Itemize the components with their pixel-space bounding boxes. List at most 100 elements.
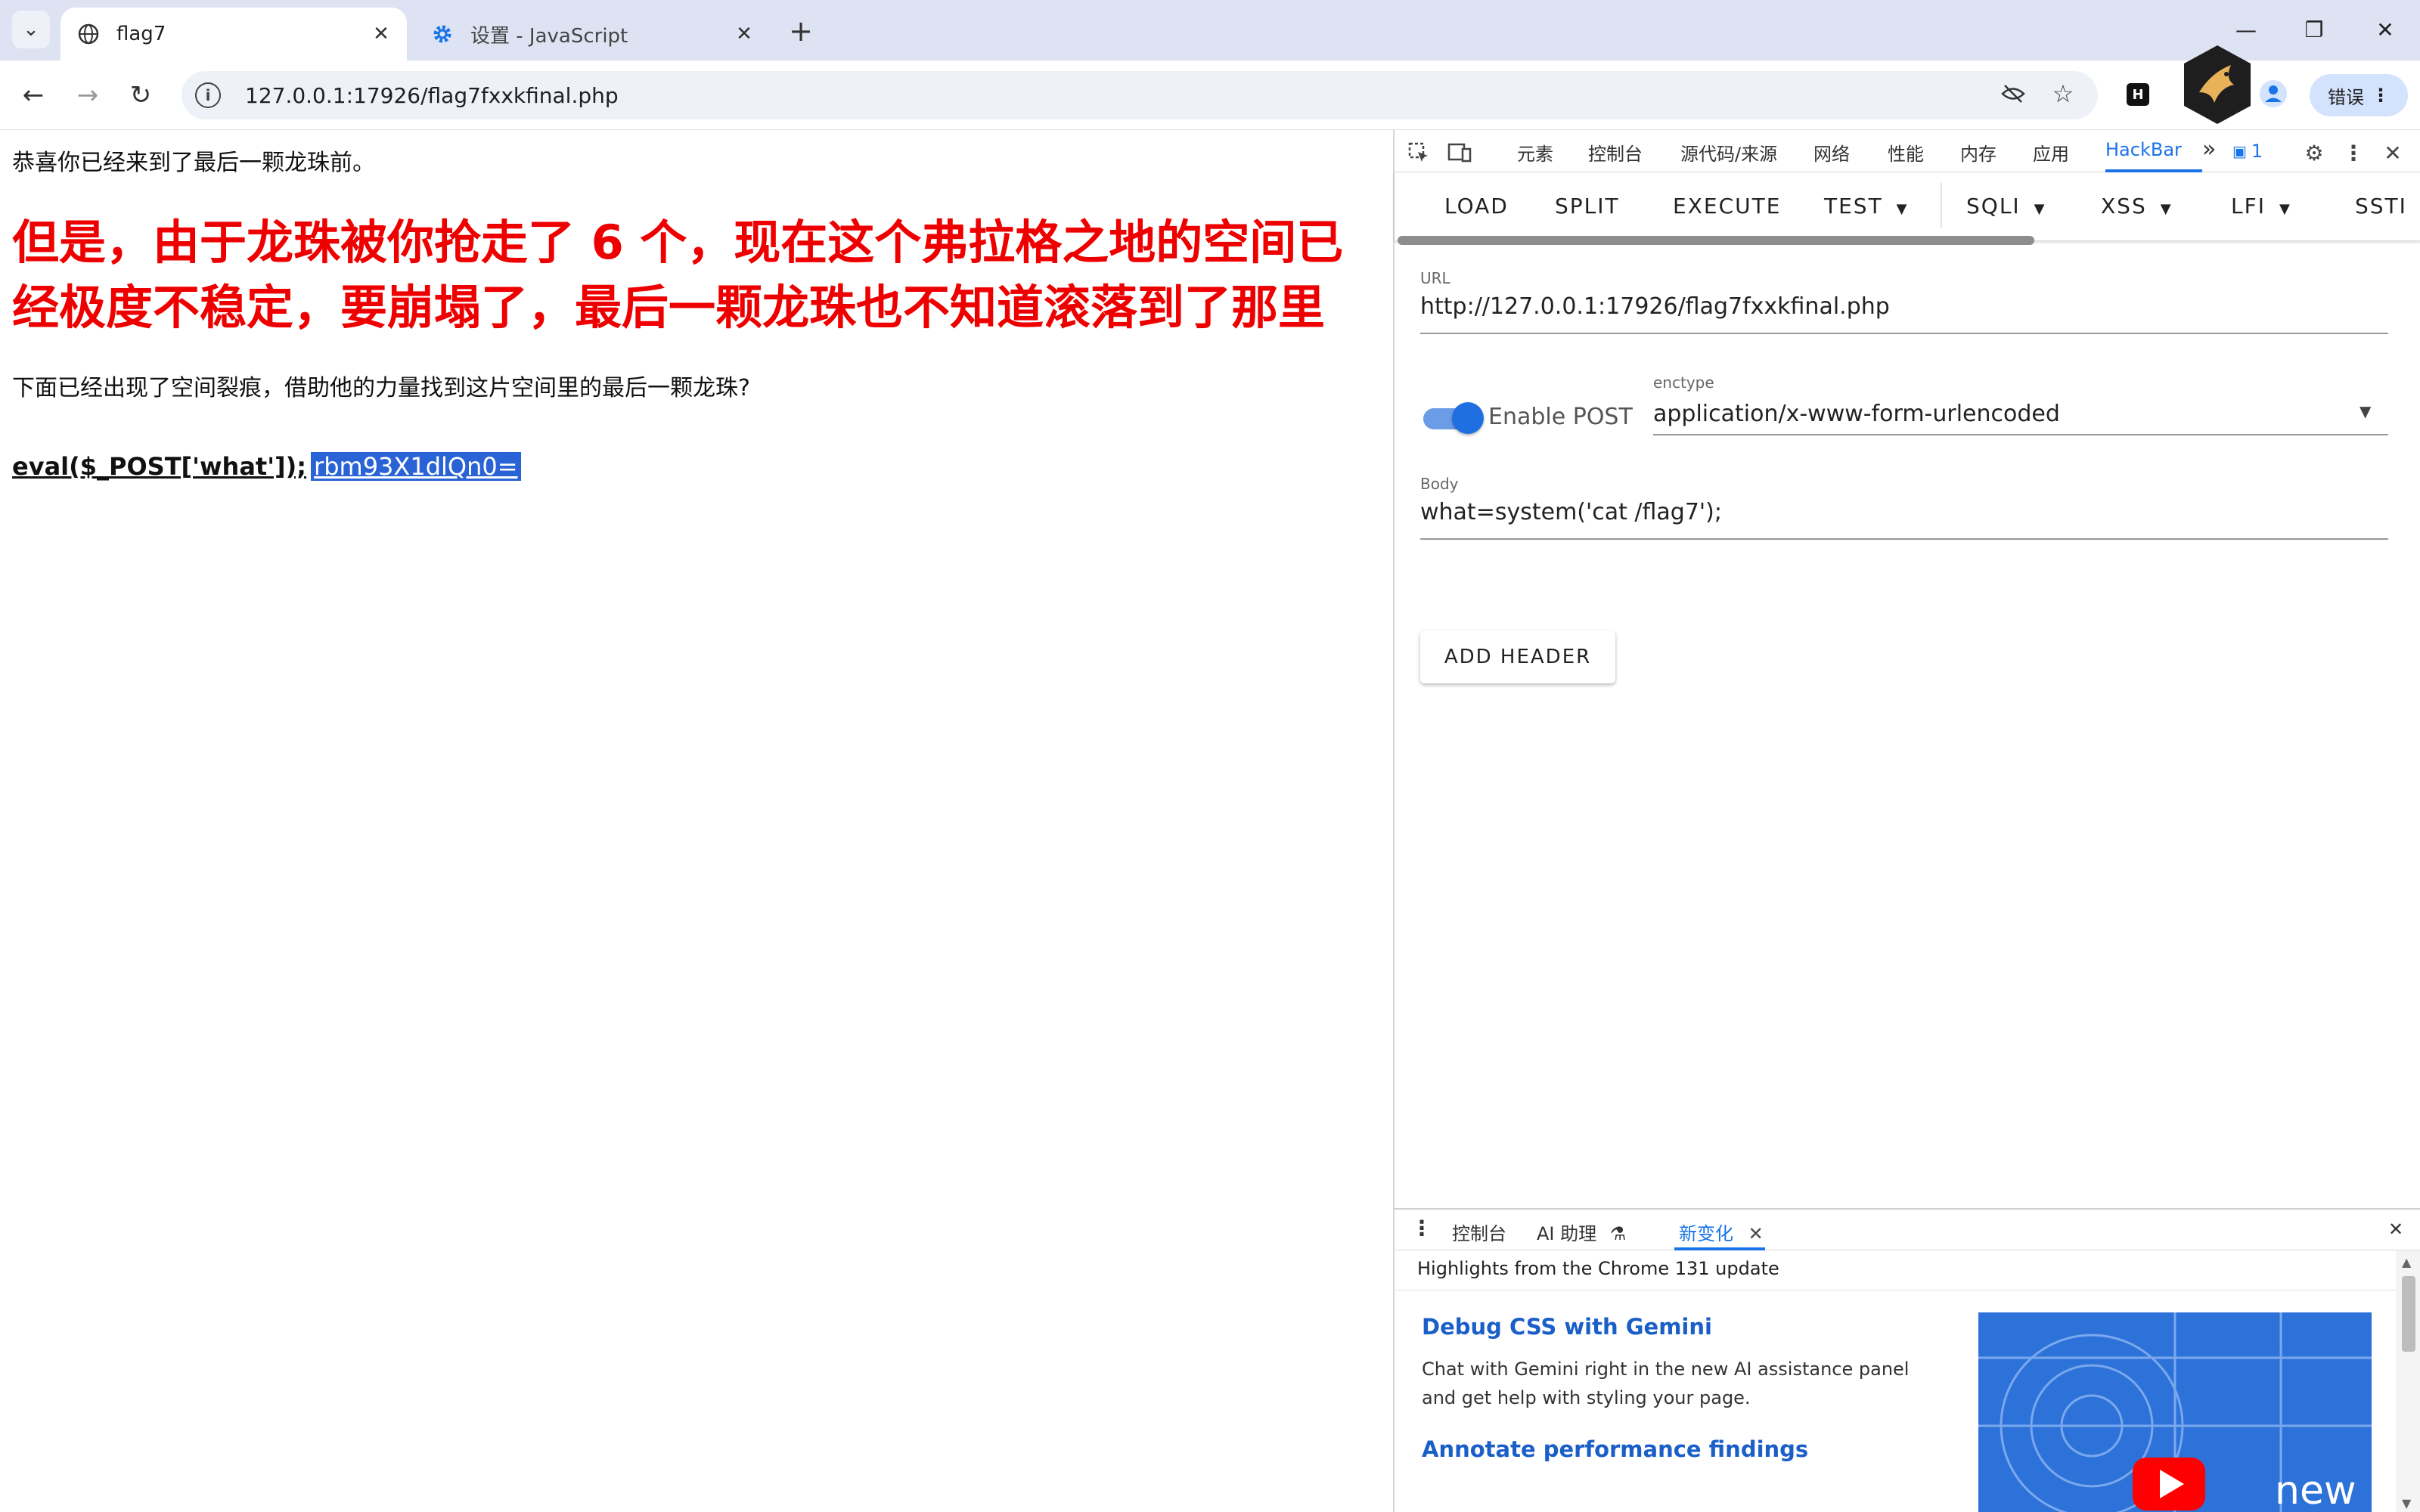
url-underline: [1420, 333, 2388, 334]
devtools-tabbar: 元素 控制台 源代码/来源 网络 性能 内存 应用 HackBar » ▣ 1 …: [1395, 130, 2420, 172]
eye-off-icon[interactable]: [1993, 74, 2033, 113]
drawer-tab-ai-assistant[interactable]: AI 助理 ⚗: [1537, 1219, 1626, 1245]
hackbar-horizontal-scrollbar[interactable]: [1398, 236, 2034, 245]
tab-flag7[interactable]: flag7 ✕: [60, 8, 407, 60]
body-underline: [1420, 538, 2388, 540]
test-label: TEST: [1824, 194, 1883, 218]
warning-heading: 但是，由于龙珠被你抢走了 6 个，现在这个弗拉格之地的空间已经极度不稳定，要崩塌…: [12, 215, 1344, 335]
enable-post-toggle[interactable]: [1423, 402, 1484, 434]
close-icon[interactable]: ✕: [1748, 1223, 1764, 1244]
window-close-button[interactable]: ✕: [2363, 11, 2408, 48]
close-icon[interactable]: ✕: [366, 19, 396, 49]
bookmark-star-icon[interactable]: ☆: [2043, 74, 2083, 113]
feature-link-debug-css[interactable]: Debug CSS with Gemini: [1422, 1314, 1712, 1340]
body-label: Body: [1420, 475, 1459, 493]
bird-avatar-icon[interactable]: [2178, 42, 2257, 127]
kebab-menu-icon: ⋮: [2372, 85, 2390, 106]
arrow-left-icon: ←: [22, 80, 45, 110]
kebab-menu-icon[interactable]: ⋮: [2340, 139, 2367, 166]
restore-button[interactable]: ❐: [2291, 11, 2337, 48]
back-button[interactable]: ←: [14, 76, 53, 115]
ssti-dropdown[interactable]: SSTI: [2355, 194, 2407, 218]
selected-flag-text[interactable]: rbm93X1dlQn0=: [311, 452, 521, 481]
reload-button[interactable]: ↻: [121, 76, 160, 115]
tab-memory[interactable]: 内存: [1960, 139, 1996, 166]
tab-settings-javascript[interactable]: 设置 - JavaScript ✕: [414, 8, 770, 60]
message-icon: ▣: [2232, 142, 2247, 160]
feature-video-thumbnail[interactable]: new: [1978, 1312, 2372, 1512]
sqli-label: SQLI: [1966, 194, 2021, 218]
thumbnail-new-text: new: [2275, 1468, 2356, 1512]
arrow-right-icon: →: [76, 80, 99, 110]
lfi-dropdown[interactable]: LFI ▼: [2231, 194, 2291, 218]
add-header-button[interactable]: ADD HEADER: [1420, 631, 1615, 683]
caret-down-icon: ▼: [1896, 201, 1909, 217]
lfi-label: LFI: [2231, 194, 2266, 218]
drawer-menu-icon[interactable]: ⋮: [1411, 1216, 1432, 1241]
tab-performance[interactable]: 性能: [1888, 139, 1924, 166]
new-tab-button[interactable]: +: [783, 14, 818, 48]
reload-icon: ↻: [129, 80, 152, 110]
tab-elements[interactable]: 元素: [1517, 139, 1553, 166]
url-input[interactable]: http://127.0.0.1:17926/flag7fxxkfinal.ph…: [1420, 293, 1890, 320]
scroll-down-icon[interactable]: ▼: [2402, 1496, 2411, 1510]
site-info-icon[interactable]: i: [195, 82, 221, 108]
ai-assistant-label: AI 助理: [1537, 1223, 1597, 1244]
intro-text: 恭喜你已经来到了最后一颗龙珠前。: [12, 150, 375, 176]
test-dropdown[interactable]: TEST ▼: [1824, 194, 1909, 218]
tab-network[interactable]: 网络: [1813, 139, 1850, 166]
hackbar-extension-icon[interactable]: H: [2127, 83, 2149, 106]
tab-title: 设置 - JavaScript: [470, 24, 628, 48]
device-toggle-icon[interactable]: [1446, 139, 1473, 166]
eval-code: eval($_POST['what']);: [12, 452, 307, 481]
tab-console[interactable]: 控制台: [1588, 139, 1643, 166]
toolbar-divider: [1941, 183, 1942, 228]
chevron-down-icon: ⌄: [23, 18, 39, 41]
issues-badge[interactable]: ▣ 1: [2232, 141, 2263, 162]
feature-link-annotate-performance[interactable]: Annotate performance findings: [1422, 1436, 1808, 1462]
xss-dropdown[interactable]: XSS ▼: [2101, 194, 2173, 218]
execute-button[interactable]: EXECUTE: [1673, 194, 1781, 218]
drawer-tab-console[interactable]: 控制台: [1452, 1219, 1506, 1245]
browser-toolbar: ← → ↻ i 127.0.0.1:17926/flag7fxxkfinal.p…: [0, 60, 2420, 130]
enable-post-label: Enable POST: [1488, 404, 1633, 430]
load-button[interactable]: LOAD: [1444, 194, 1509, 218]
caret-down-icon[interactable]: ▼: [2360, 402, 2371, 420]
close-icon[interactable]: ✕: [729, 19, 759, 49]
forward-button[interactable]: →: [68, 76, 107, 115]
caret-down-icon: ▼: [2279, 201, 2291, 217]
code-line: eval($_POST['what']); rbm93X1dlQn0=: [12, 452, 521, 481]
split-button[interactable]: SPLIT: [1555, 194, 1620, 218]
tab-search-button[interactable]: ⌄: [12, 11, 50, 48]
more-tabs-icon[interactable]: »: [2202, 136, 2216, 163]
drawer-tab-whats-new[interactable]: 新变化 ✕: [1679, 1219, 1764, 1245]
inspect-element-icon[interactable]: [1405, 139, 1432, 166]
tab-application[interactable]: 应用: [2033, 139, 2069, 166]
drawer-vertical-scrollbar[interactable]: ▲ ▼: [2396, 1250, 2420, 1512]
settings-gear-icon[interactable]: ⚙: [2301, 139, 2328, 166]
issue-count: 1: [2251, 141, 2263, 162]
close-devtools-icon[interactable]: ✕: [2379, 139, 2406, 166]
sqli-dropdown[interactable]: SQLI ▼: [1966, 194, 2046, 218]
feature-desc-debug-css: Chat with Gemini right in the new AI ass…: [1422, 1359, 1910, 1408]
tab-sources[interactable]: 源代码/来源: [1680, 139, 1777, 166]
scroll-up-icon[interactable]: ▲: [2402, 1255, 2411, 1269]
hackbar-toolbar: LOAD SPLIT EXECUTE TEST ▼ SQLI ▼ XSS ▼ LFI ▼…: [1395, 172, 2420, 240]
close-drawer-icon[interactable]: ✕: [2388, 1219, 2403, 1240]
flask-icon: ⚗: [1609, 1223, 1627, 1244]
highlights-heading: Highlights from the Chrome 131 update: [1417, 1258, 1779, 1279]
devtools-panel: 元素 控制台 源代码/来源 网络 性能 内存 应用 HackBar » ▣ 1 …: [1393, 130, 2420, 1512]
profile-icon[interactable]: [2258, 79, 2288, 109]
enctype-select[interactable]: application/x-www-form-urlencoded: [1653, 401, 2060, 427]
address-url[interactable]: 127.0.0.1:17926/flag7fxxkfinal.php: [245, 83, 619, 108]
globe-icon: [77, 23, 100, 45]
error-menu-button[interactable]: 错误 ⋮: [2310, 74, 2408, 116]
drawer-tabbar: ⋮ 控制台 AI 助理 ⚗ 新变化 ✕ ✕: [1395, 1210, 2420, 1250]
body-input[interactable]: what=system('cat /flag7');: [1420, 499, 1722, 525]
scrollbar-thumb[interactable]: [2402, 1276, 2415, 1352]
caret-down-icon: ▼: [2034, 201, 2046, 217]
address-bar[interactable]: i 127.0.0.1:17926/flag7fxxkfinal.php: [182, 71, 2098, 119]
caret-down-icon: ▼: [2160, 201, 2173, 217]
tab-hackbar[interactable]: HackBar: [2105, 139, 2182, 160]
error-label: 错误: [2328, 86, 2364, 108]
